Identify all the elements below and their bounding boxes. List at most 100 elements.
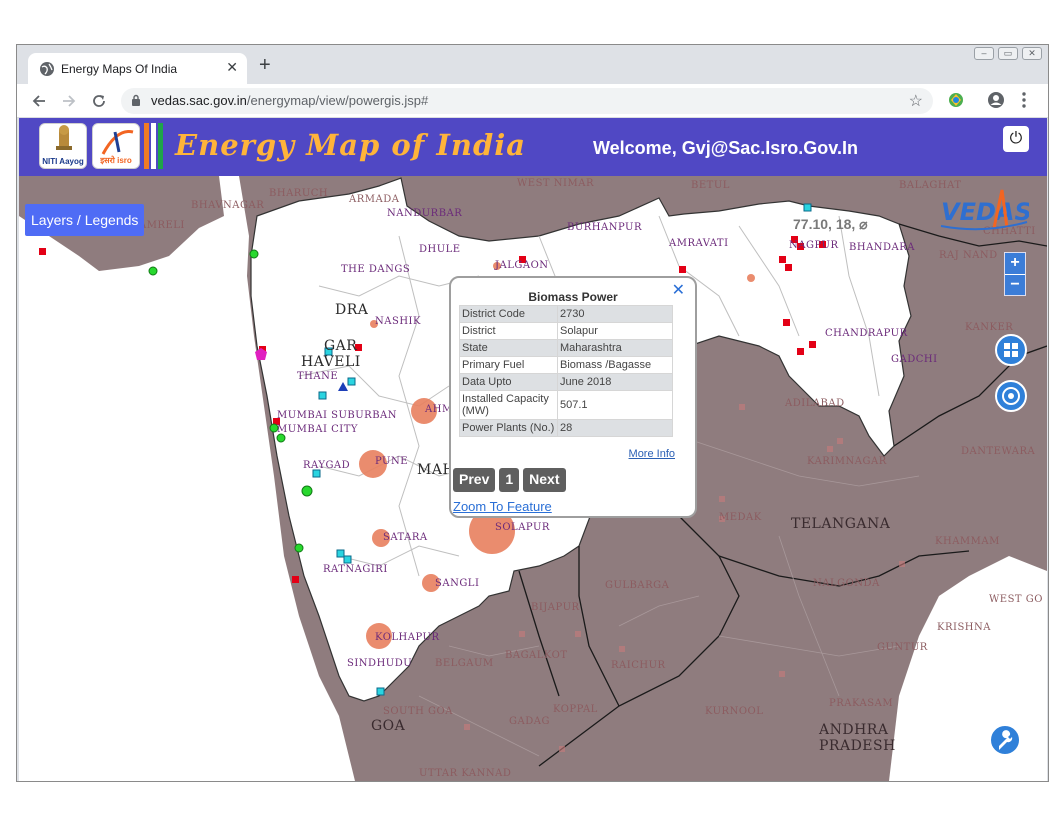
wind-marker bbox=[294, 543, 304, 553]
layers-legends-button[interactable]: Layers / Legends bbox=[25, 204, 145, 236]
minimize-icon[interactable]: ‒ bbox=[974, 47, 994, 60]
label-gadchiroli: GADCHI bbox=[891, 354, 938, 365]
label-kolhapur: KOLHAPUR bbox=[375, 632, 440, 643]
maximize-icon[interactable]: ▭ bbox=[998, 47, 1018, 60]
label-amravati: AMRAVATI bbox=[669, 238, 729, 249]
coordinate-readout: 77.10, 18, ⌀ bbox=[793, 216, 868, 232]
vedas-logo: VEDAS bbox=[939, 186, 1029, 236]
attr-value: 507.1 bbox=[557, 390, 673, 420]
zoom-in-button[interactable]: + bbox=[1005, 253, 1025, 274]
wind-marker bbox=[276, 433, 286, 443]
plant-marker bbox=[783, 319, 790, 326]
label-pradesh: PRADESH bbox=[819, 738, 896, 754]
energy-map-app: NITI Aayog इसरो isro Energy Map of India… bbox=[19, 118, 1047, 781]
label-raygad: RAYGAD bbox=[303, 460, 351, 471]
app-title: Energy Map of India bbox=[175, 128, 527, 162]
attr-key: Installed Capacity (MW) bbox=[459, 390, 558, 420]
label-bhavnagar: BHAVNAGAR bbox=[191, 200, 265, 211]
logout-power-button[interactable]: ⏻ bbox=[1003, 126, 1029, 152]
wind-marker bbox=[249, 249, 259, 259]
label-goa: GOA bbox=[371, 718, 406, 734]
feature-pager: Prev 1 Next bbox=[453, 468, 566, 492]
attr-key: State bbox=[459, 339, 558, 357]
label-haveli: HAVELI bbox=[301, 354, 361, 370]
label-khammam: KHAMMAM bbox=[935, 536, 1000, 547]
profile-icon[interactable] bbox=[987, 91, 1005, 109]
attr-key: Power Plants (No.) bbox=[459, 419, 558, 437]
label-thane: THANE bbox=[297, 371, 339, 382]
attribute-table: District Code 2730 District Solapur State M… bbox=[459, 305, 673, 437]
vedas-logo-graphic: VEDAS bbox=[940, 189, 1029, 231]
label-kanker: KANKER bbox=[965, 322, 1014, 333]
next-button[interactable]: Next bbox=[523, 468, 566, 492]
lock-icon bbox=[132, 94, 140, 106]
app-header: NITI Aayog इसरो isro Energy Map of India… bbox=[19, 118, 1047, 176]
hydro-marker bbox=[318, 391, 327, 400]
prev-button[interactable]: Prev bbox=[453, 468, 496, 492]
plant-marker bbox=[785, 264, 792, 271]
globe-icon bbox=[40, 62, 54, 76]
label-raj-nand: RAJ NAND bbox=[939, 250, 998, 261]
back-arrow-icon[interactable] bbox=[31, 93, 47, 109]
niti-aayog-logo: NITI Aayog bbox=[39, 123, 87, 169]
welcome-text: Welcome, Gvj@Sac.Isro.Gov.In bbox=[593, 138, 858, 158]
browser-tab[interactable]: Energy Maps Of India ✕ bbox=[28, 53, 247, 84]
label-buldhana: BURHANPUR bbox=[567, 222, 643, 233]
table-row: District Solapur bbox=[459, 322, 673, 340]
table-row: State Maharashtra bbox=[459, 339, 673, 357]
tools-button[interactable] bbox=[989, 724, 1021, 756]
label-ratnagiri: RATNAGIRI bbox=[323, 564, 388, 575]
label-telangana: TELANGANA bbox=[791, 516, 891, 532]
tab-strip: Energy Maps Of India ✕ + ‒ ▭ ✕ bbox=[17, 45, 1048, 84]
zoom-to-feature-link[interactable]: Zoom To Feature bbox=[453, 499, 552, 514]
white-stripe bbox=[151, 123, 156, 169]
label-uttar-kannad: UTTAR KANNAD bbox=[419, 768, 512, 779]
browser-window: Energy Maps Of India ✕ + ‒ ▭ ✕ vedas.sac… bbox=[16, 44, 1049, 782]
label-dra: DRA bbox=[335, 302, 369, 318]
bookmark-star-icon[interactable]: ☆ bbox=[909, 91, 923, 111]
locate-target-button[interactable] bbox=[995, 380, 1027, 412]
niti-aayog-caption: NITI Aayog bbox=[42, 157, 84, 166]
map-canvas[interactable]: ARMADA NANDURBAR DHULE JALGAON BURHANPUR… bbox=[19, 176, 1047, 781]
label-west-nimar: WEST NIMAR bbox=[517, 178, 594, 189]
attr-key: Data Upto bbox=[459, 373, 558, 391]
table-row: Data Upto June 2018 bbox=[459, 373, 673, 391]
extension-icon[interactable] bbox=[947, 91, 965, 109]
label-sangli: SANGLI bbox=[435, 578, 480, 589]
target-icon bbox=[1002, 387, 1020, 405]
browser-toolbar: vedas.sac.gov.in/energymap/view/powergis… bbox=[17, 84, 1048, 118]
vedas-wordmark: VEDAS bbox=[941, 198, 1029, 226]
attr-key: Primary Fuel bbox=[459, 356, 558, 374]
tab-close-icon[interactable]: ✕ bbox=[226, 59, 238, 76]
label-guntur: GUNTUR bbox=[877, 642, 928, 653]
more-info-link[interactable]: More Info bbox=[629, 448, 675, 460]
attr-value: Solapur bbox=[557, 322, 673, 340]
label-belgaum: BELGAUM bbox=[435, 658, 494, 669]
menu-kebab-icon[interactable] bbox=[1019, 91, 1029, 109]
plant-marker bbox=[797, 348, 804, 355]
url-path: /energymap/view/powergis.jsp# bbox=[246, 93, 429, 108]
hydro-marker bbox=[312, 469, 321, 478]
label-andhra: ANDHRA bbox=[819, 722, 889, 738]
label-gulbarga: GULBARGA bbox=[605, 580, 670, 591]
address-bar[interactable]: vedas.sac.gov.in/energymap/view/powergis… bbox=[121, 88, 933, 114]
popup-title: Biomass Power bbox=[528, 290, 618, 304]
label-sindhudurg: SINDHUDU bbox=[347, 658, 413, 669]
attr-value: Maharashtra bbox=[557, 339, 673, 357]
label-betul: BETUL bbox=[691, 180, 730, 191]
label-bijapur: BIJAPUR bbox=[531, 602, 580, 613]
window-close-icon[interactable]: ✕ bbox=[1022, 47, 1042, 60]
label-the-dangs: THE DANGS bbox=[341, 264, 411, 275]
label-karimnagar: KARIMNAGAR bbox=[807, 456, 887, 467]
label-mumbai-suburban: MUMBAI SUBURBAN bbox=[277, 410, 398, 421]
reload-icon[interactable] bbox=[91, 93, 107, 109]
plant-marker bbox=[779, 256, 786, 263]
new-tab-button[interactable]: + bbox=[259, 55, 271, 75]
zoom-out-button[interactable]: − bbox=[1005, 275, 1025, 296]
attr-key: District Code bbox=[459, 305, 558, 323]
forward-arrow-icon[interactable] bbox=[61, 93, 77, 109]
label-dhule: DHULE bbox=[419, 244, 461, 255]
basemap-grid-button[interactable] bbox=[995, 334, 1027, 366]
label-bagalkot: BAGALKOT bbox=[505, 650, 568, 661]
zoom-control: + − bbox=[1004, 252, 1026, 296]
